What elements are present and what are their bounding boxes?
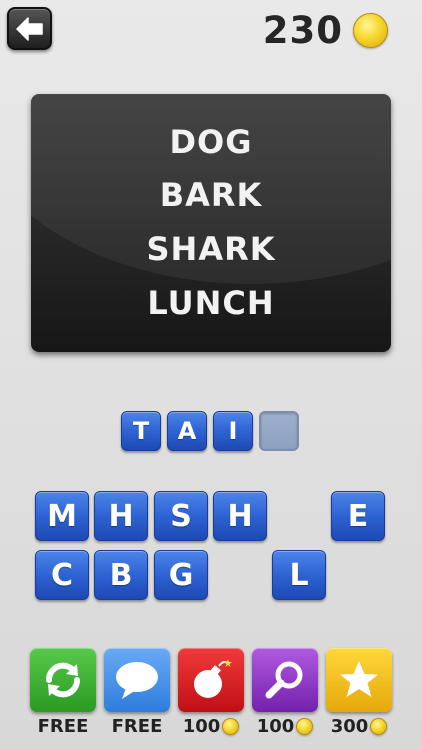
answer-slot-empty[interactable] (259, 411, 299, 451)
bomb-icon (194, 659, 232, 698)
letter-tile[interactable]: H (94, 491, 148, 541)
price-text: 300 (330, 716, 369, 737)
answer-slot[interactable]: I (213, 411, 253, 451)
shuffle-button[interactable] (30, 648, 96, 712)
ask-friend-price: FREE (97, 716, 177, 737)
gold-coin-icon (353, 12, 388, 48)
reveal-letter-price: 100 (245, 716, 325, 737)
letter-tile[interactable]: C (35, 550, 89, 600)
letter-tile[interactable]: L (272, 550, 326, 600)
gold-coin-icon (222, 718, 240, 735)
coin-count: 230 (262, 8, 343, 52)
reveal-letter-button[interactable] (252, 648, 318, 712)
letter-tile[interactable]: E (331, 491, 385, 541)
letter-tile[interactable]: M (35, 491, 89, 541)
letter-tile[interactable]: S (154, 491, 208, 541)
clue-word: BARK (159, 176, 263, 214)
coin-balance: 230 (262, 8, 388, 52)
star-icon (340, 661, 378, 697)
letter-tile[interactable]: B (94, 550, 148, 600)
ask-friend-button[interactable] (104, 648, 170, 712)
letter-tile[interactable]: G (154, 550, 208, 600)
back-arrow-icon (15, 16, 43, 41)
clue-word: DOG (169, 123, 253, 161)
gold-coin-icon (370, 718, 388, 735)
clue-word: LUNCH (147, 284, 275, 322)
speech-bubble-icon (116, 662, 158, 699)
solve-price: 300 (319, 716, 399, 737)
shuffle-price: FREE (23, 716, 103, 737)
solve-button[interactable] (326, 648, 392, 712)
answer-slot[interactable]: A (167, 411, 207, 451)
bomb-price: 100 (171, 716, 251, 737)
letter-tile[interactable]: H (213, 491, 267, 541)
refresh-arrows-icon (46, 662, 80, 698)
gold-coin-icon (296, 718, 314, 735)
back-button[interactable] (7, 7, 52, 50)
magnifier-icon (265, 661, 303, 699)
clue-board: DOG BARK SHARK LUNCH (31, 94, 391, 352)
price-text: FREE (111, 716, 163, 737)
answer-slot[interactable]: T (121, 411, 161, 451)
price-text: 100 (182, 716, 221, 737)
price-text: 100 (256, 716, 295, 737)
clue-word: SHARK (146, 230, 276, 268)
bomb-button[interactable] (178, 648, 244, 712)
price-text: FREE (37, 716, 89, 737)
